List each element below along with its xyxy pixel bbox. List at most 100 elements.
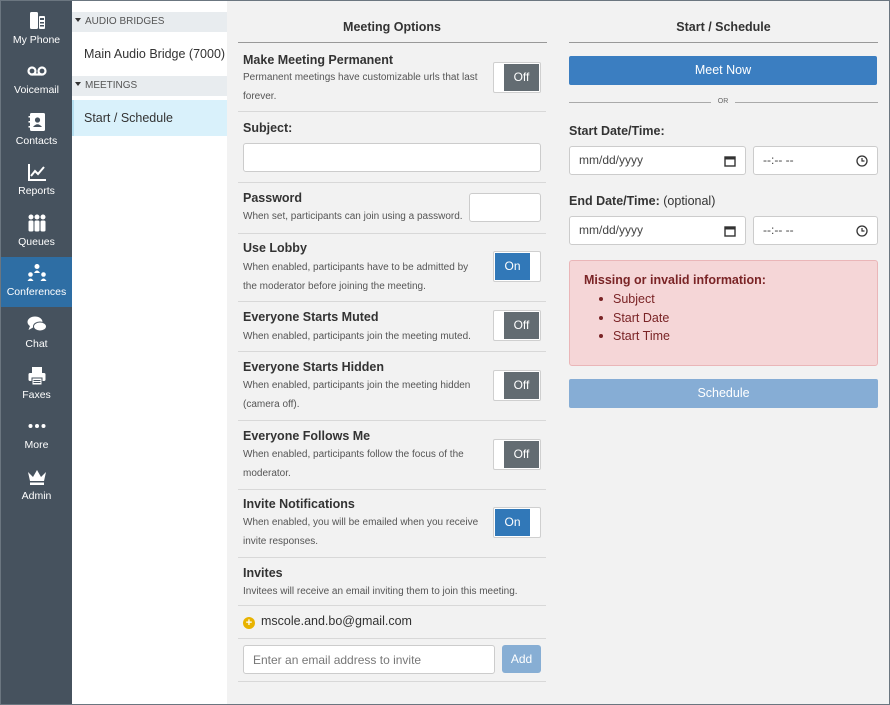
- divider: [238, 42, 547, 43]
- lobby-title: Use Lobby: [243, 241, 307, 255]
- chat-icon: [27, 316, 47, 332]
- nav-label: Admin: [21, 490, 52, 502]
- subject-label: Subject:: [243, 121, 293, 135]
- clock-icon: [856, 155, 868, 167]
- toggle-state: Off: [504, 372, 539, 399]
- follows-toggle[interactable]: Off: [493, 439, 541, 470]
- muted-desc: When enabled, participants join the meet…: [243, 331, 471, 342]
- lobby-desc: When enabled, participants have to be ad…: [243, 262, 469, 292]
- divider: [238, 605, 546, 606]
- toggle-state: Off: [504, 441, 539, 468]
- divider: [735, 102, 878, 103]
- nav-reports[interactable]: Reports: [1, 154, 72, 204]
- invitee-item: + mscole.and.bo@gmail.com: [243, 614, 412, 629]
- divider: [238, 233, 546, 234]
- divider: [238, 301, 546, 302]
- fax-icon: [28, 367, 45, 386]
- end-datetime-label: End Date/Time: (optional): [569, 194, 715, 208]
- time-placeholder: --:-- --: [763, 223, 794, 237]
- nav-faxes[interactable]: Faxes: [1, 358, 72, 408]
- divider: [238, 111, 546, 112]
- invites-title: Invites: [243, 566, 283, 580]
- time-placeholder: --:-- --: [763, 153, 794, 167]
- hidden-toggle[interactable]: Off: [493, 370, 541, 401]
- clock-icon: [856, 225, 868, 237]
- notifications-toggle[interactable]: On: [493, 507, 541, 538]
- reports-icon: [27, 164, 46, 181]
- permanent-toggle[interactable]: Off: [493, 62, 541, 93]
- start-schedule-title: Start / Schedule: [676, 20, 771, 34]
- divider: [238, 681, 546, 682]
- conferences-subnav: AUDIO BRIDGES Main Audio Bridge (7000) M…: [72, 1, 227, 704]
- subnav-item-label: Main Audio Bridge (7000): [84, 47, 226, 61]
- divider: [238, 638, 546, 639]
- password-title: Password: [243, 191, 303, 205]
- notifications-desc: When enabled, you will be emailed when y…: [243, 517, 479, 547]
- divider: [238, 182, 546, 183]
- hidden-desc: When enabled, participants join the meet…: [243, 380, 471, 410]
- subnav-item-main-audio-bridge[interactable]: Main Audio Bridge (7000): [72, 36, 227, 72]
- start-date-input[interactable]: mm/dd/yyyy: [569, 146, 746, 175]
- caret-down-icon: [75, 82, 81, 87]
- plus-circle-icon[interactable]: +: [243, 617, 255, 629]
- password-desc: When set, participants can join using a …: [243, 211, 463, 222]
- divider: [569, 42, 878, 43]
- meetings-header[interactable]: MEETINGS: [72, 76, 227, 96]
- toggle-state: On: [495, 253, 530, 280]
- start-datetime-label: Start Date/Time:: [569, 124, 665, 138]
- end-time-input[interactable]: --:-- --: [753, 216, 878, 245]
- nav-chat[interactable]: Chat: [1, 307, 72, 357]
- audio-bridges-header[interactable]: AUDIO BRIDGES: [72, 12, 227, 32]
- muted-toggle[interactable]: Off: [493, 310, 541, 341]
- nav-label: Queues: [18, 236, 55, 248]
- calendar-icon: [724, 156, 736, 167]
- alert-title: Missing or invalid information:: [584, 273, 766, 287]
- more-icon: [28, 424, 45, 428]
- nav-label: Chat: [25, 338, 48, 350]
- notifications-title: Invite Notifications: [243, 497, 355, 511]
- nav-my-phone[interactable]: My Phone: [1, 3, 72, 53]
- add-invite-button[interactable]: Add: [502, 645, 541, 673]
- follows-desc: When enabled, participants follow the fo…: [243, 449, 464, 479]
- password-input[interactable]: [469, 193, 541, 222]
- alert-list: Subject Start Date Start Time: [599, 290, 670, 346]
- subject-input[interactable]: [243, 143, 541, 172]
- section-label: AUDIO BRIDGES: [85, 16, 165, 27]
- end-label-text: End Date/Time:: [569, 194, 660, 208]
- lobby-toggle[interactable]: On: [493, 251, 541, 282]
- nav-label: Reports: [18, 185, 55, 197]
- nav-conferences[interactable]: Conferences: [1, 257, 72, 307]
- invite-email-input[interactable]: [243, 645, 495, 674]
- nav-label: Voicemail: [14, 84, 59, 96]
- alert-item: Subject: [599, 290, 670, 309]
- start-time-input[interactable]: --:-- --: [753, 146, 878, 175]
- nav-admin[interactable]: Admin: [1, 459, 72, 509]
- toggle-state: Off: [504, 312, 539, 339]
- toggle-state: On: [495, 509, 530, 536]
- nav-voicemail[interactable]: Voicemail: [1, 53, 72, 103]
- permanent-title: Make Meeting Permanent: [243, 53, 394, 67]
- meet-now-button[interactable]: Meet Now: [569, 56, 877, 85]
- divider: [238, 351, 546, 352]
- crown-icon: [27, 470, 46, 485]
- invites-desc: Invitees will receive an email inviting …: [243, 586, 518, 597]
- nav-label: My Phone: [12, 34, 61, 46]
- subnav-item-label: Start / Schedule: [84, 111, 173, 125]
- toggle-state: Off: [504, 64, 539, 91]
- nav-more[interactable]: More: [1, 408, 72, 458]
- schedule-button[interactable]: Schedule: [569, 379, 878, 408]
- conferences-icon: [27, 264, 46, 281]
- nav-label: Contacts: [15, 135, 58, 147]
- nav-queues[interactable]: Queues: [1, 205, 72, 255]
- main-panel: Meeting Options Make Meeting Permanent P…: [227, 1, 889, 704]
- optional-hint: (optional): [663, 194, 716, 208]
- end-date-input[interactable]: mm/dd/yyyy: [569, 216, 746, 245]
- divider: [238, 557, 546, 558]
- validation-alert: Missing or invalid information: Subject …: [569, 260, 878, 366]
- nav-label: More: [24, 439, 49, 451]
- alert-item: Start Date: [599, 309, 670, 328]
- date-placeholder: mm/dd/yyyy: [579, 223, 644, 237]
- nav-contacts[interactable]: Contacts: [1, 104, 72, 154]
- subnav-item-start-schedule[interactable]: Start / Schedule: [72, 100, 227, 136]
- divider: [238, 489, 546, 490]
